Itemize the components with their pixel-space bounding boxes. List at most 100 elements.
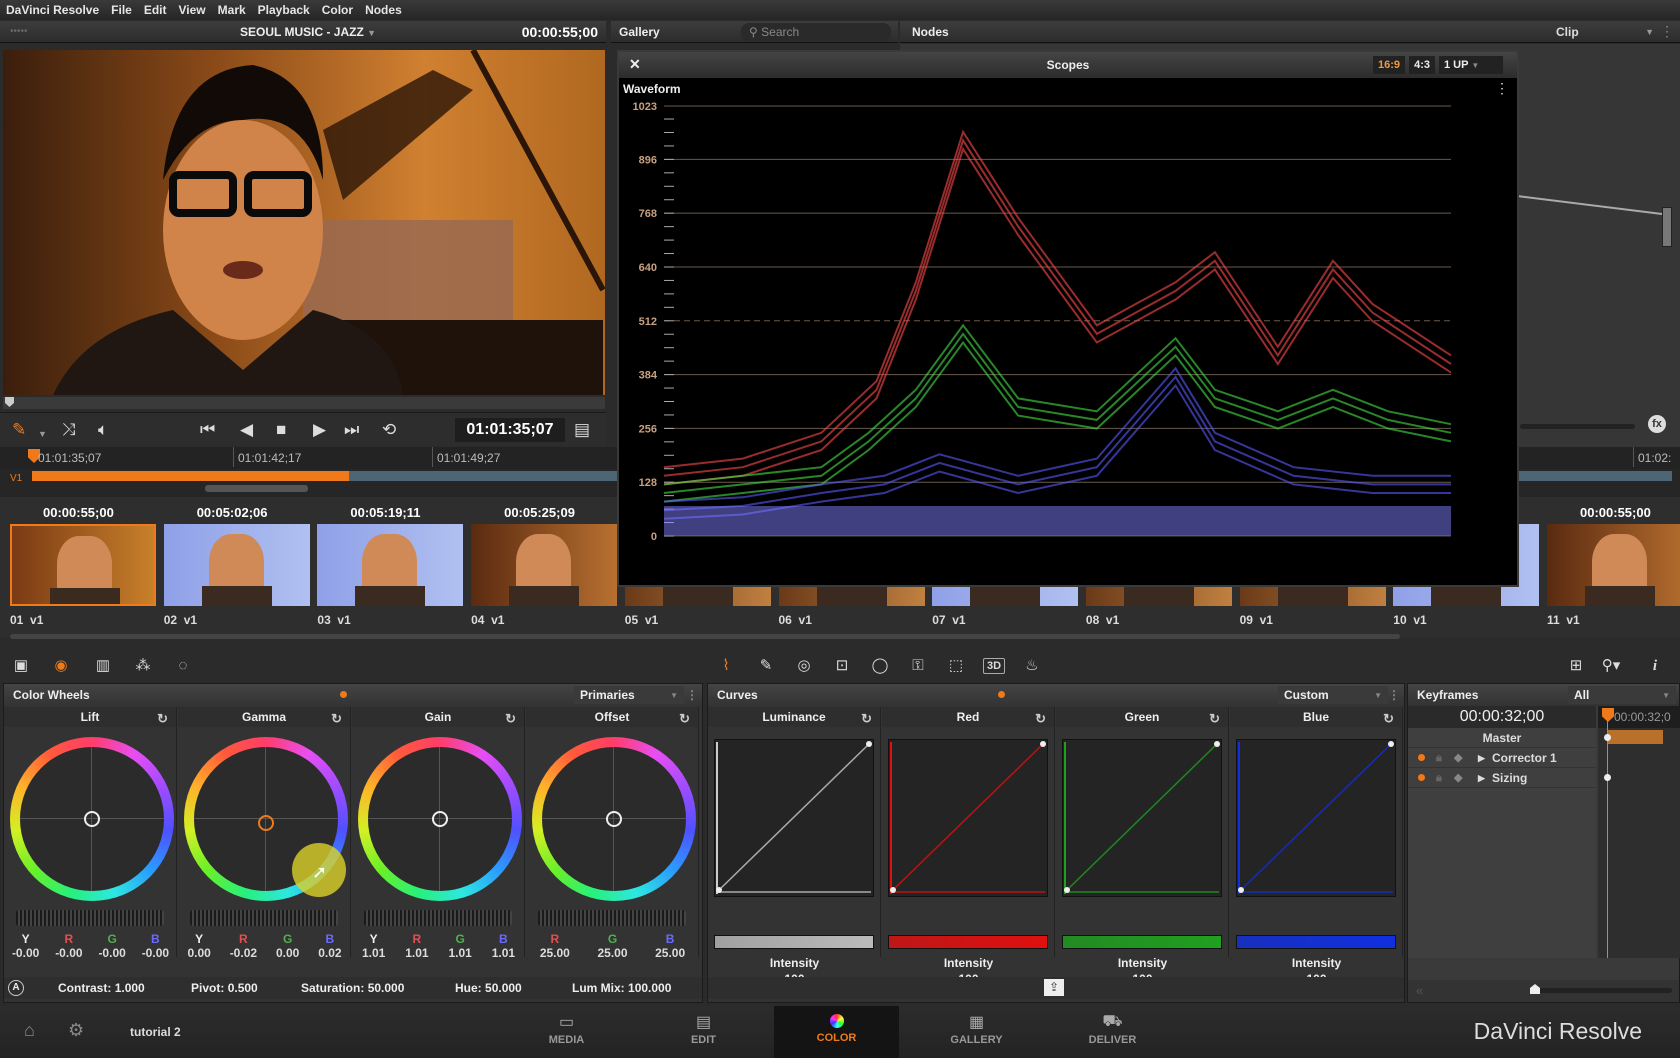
page-dot-active[interactable] <box>340 691 347 698</box>
keyframe-diamond-icon[interactable]: ◆ <box>1454 768 1462 788</box>
keyframe-point[interactable] <box>1604 774 1611 781</box>
color-wheel[interactable] <box>358 737 522 901</box>
fire-icon[interactable]: ♨ <box>1021 656 1043 676</box>
master-wheel-jog[interactable] <box>190 910 338 926</box>
shuffle-icon[interactable]: ⤨ <box>62 420 76 440</box>
wheel-puck[interactable] <box>432 811 448 827</box>
master-wheel-jog[interactable] <box>538 910 686 926</box>
wheel-value-g[interactable]: G -0.00 <box>98 932 125 960</box>
lock-icon[interactable]: 🔒︎ <box>1436 768 1442 788</box>
camera-raw-icon[interactable]: ▣ <box>10 656 32 676</box>
wheel-value-b[interactable]: B 1.01 <box>492 932 515 960</box>
color-match-icon[interactable]: ◌ <box>172 656 194 676</box>
collapse-icon[interactable]: « <box>1416 983 1423 998</box>
viewer-options-icon[interactable]: ▤ <box>574 420 590 440</box>
wheel-value-b[interactable]: B 0.02 <box>318 932 341 960</box>
thumbnail-scrollbar[interactable] <box>10 634 1400 639</box>
wheel-value-b[interactable]: B -0.00 <box>142 932 169 960</box>
keyframes-filter-dropdown[interactable]: All ▼ <box>1568 686 1676 704</box>
copy-up-icon[interactable]: ⇪ <box>1044 979 1064 996</box>
curves-icon[interactable]: ⌇ <box>715 656 737 676</box>
clip-thumbnail[interactable] <box>317 524 464 606</box>
page-color-button[interactable]: COLOR <box>774 1006 899 1058</box>
master-wheel-jog[interactable] <box>16 910 164 926</box>
reset-icon[interactable]: ↻ <box>1383 709 1394 729</box>
more-icon[interactable]: ⋮ <box>1660 23 1674 40</box>
loop-icon[interactable]: ⟲ <box>382 420 396 440</box>
wheel-value-y[interactable]: Y 1.01 <box>362 932 385 960</box>
grid-icon[interactable]: ⊞ <box>1565 656 1587 676</box>
color-wheel[interactable] <box>532 737 696 901</box>
wheel-value-r[interactable]: R 25.00 <box>540 932 570 960</box>
wheel-value-r[interactable]: R 1.01 <box>405 932 428 960</box>
close-icon[interactable]: ✕ <box>629 56 641 73</box>
wheel-value-b[interactable]: B 25.00 <box>655 932 685 960</box>
menu-nodes[interactable]: Nodes <box>365 3 402 17</box>
scrubber-handle[interactable] <box>5 397 14 407</box>
expand-icon[interactable]: ▶ <box>1478 768 1485 788</box>
enable-dot[interactable] <box>1418 774 1425 781</box>
color-wheels-icon[interactable]: ◉ <box>50 656 72 676</box>
reset-icon[interactable]: ↻ <box>1035 709 1046 729</box>
wheel-puck[interactable] <box>606 811 622 827</box>
speaker-icon[interactable]: 🔈︎ <box>98 420 108 440</box>
aspect-16-9-button[interactable]: 16:9 <box>1372 56 1405 74</box>
wheel-value-r[interactable]: R -0.00 <box>55 932 82 960</box>
wheel-value-y[interactable]: Y 0.00 <box>187 932 210 960</box>
aspect-4-3-button[interactable]: 4:3 <box>1409 56 1435 74</box>
fx-icon[interactable]: fx <box>1648 415 1666 433</box>
reset-icon[interactable]: ↻ <box>861 709 872 729</box>
window-icon[interactable]: ◎ <box>793 656 815 676</box>
3d-icon[interactable]: 3D <box>983 658 1005 674</box>
intensity-slider[interactable] <box>888 935 1048 949</box>
hue-field[interactable]: Hue: 50.000 <box>455 981 522 995</box>
more-icon[interactable]: ⋮ <box>1388 688 1400 702</box>
sizing-icon[interactable]: ⬚ <box>945 656 967 676</box>
keyframe-diamond-icon[interactable]: ◆ <box>1454 748 1462 768</box>
curves-mode-dropdown[interactable]: Custom ▼ <box>1278 686 1388 704</box>
master-wheel-jog[interactable] <box>364 910 512 926</box>
page-media-button[interactable]: ▭ MEDIA <box>504 1006 629 1058</box>
wheel-value-y[interactable]: Y -0.00 <box>12 932 39 960</box>
clip-thumbnail[interactable] <box>471 524 618 606</box>
motion-icon[interactable]: ⁂ <box>132 656 154 676</box>
clip-thumbnail[interactable] <box>163 524 310 606</box>
saturation-field[interactable]: Saturation: 50.000 <box>301 981 404 995</box>
page-gallery-button[interactable]: ▦ GALLERY <box>914 1006 1039 1058</box>
contrast-field[interactable]: Contrast: 1.000 <box>58 981 145 995</box>
timeline-scrollbar[interactable] <box>205 485 308 492</box>
menu-app[interactable]: DaVinci Resolve <box>6 3 99 17</box>
wheels-mode-dropdown[interactable]: Primaries ▼ <box>574 686 684 704</box>
keyframe-zoom-slider[interactable] <box>1534 988 1672 993</box>
wheel-value-g[interactable]: G 1.01 <box>448 932 471 960</box>
reset-icon[interactable]: ↻ <box>505 709 516 729</box>
wheel-value-r[interactable]: R -0.02 <box>230 932 257 960</box>
eyedropper-icon[interactable]: ✎ <box>12 420 26 440</box>
reset-icon[interactable]: ↻ <box>331 709 342 729</box>
settings-gear-icon[interactable]: ⚙ <box>68 1020 84 1041</box>
zoom-icon[interactable]: ⚲▾ <box>1600 656 1622 676</box>
menu-file[interactable]: File <box>111 3 132 17</box>
menu-playback[interactable]: Playback <box>258 3 310 17</box>
layout-dropdown[interactable]: 1 UP ▼ <box>1439 56 1503 74</box>
info-icon[interactable]: i <box>1644 656 1666 676</box>
clip-title-dropdown[interactable]: SEOUL MUSIC - JAZZ ▼ <box>240 25 376 39</box>
grip-icon[interactable]: ••••• <box>10 26 28 37</box>
reset-icon[interactable]: ↻ <box>157 709 168 729</box>
node-zoom-slider[interactable] <box>1520 424 1635 429</box>
qualifier-icon[interactable]: ✎ <box>755 656 777 676</box>
keyframe-row-master[interactable]: Master <box>1408 728 1596 748</box>
play-icon[interactable]: ▶ <box>313 420 326 440</box>
nodes-mode-dropdown[interactable]: Clip ▼ <box>1550 23 1660 41</box>
play-reverse-icon[interactable]: ◀ <box>240 420 253 440</box>
keyframe-row-sizing[interactable]: 🔒︎ ◆ ▶ Sizing <box>1408 768 1596 788</box>
stop-icon[interactable]: ■ <box>276 420 286 440</box>
menu-edit[interactable]: Edit <box>144 3 167 17</box>
lock-icon[interactable]: 🔒︎ <box>1436 748 1442 768</box>
curve-editor[interactable] <box>888 739 1048 897</box>
wheel-puck[interactable] <box>84 811 100 827</box>
node-output-handle[interactable] <box>1662 207 1672 247</box>
keyframe-row-corrector[interactable]: 🔒︎ ◆ ▶ Corrector 1 <box>1408 748 1596 768</box>
key-icon[interactable]: ⚿ <box>907 656 929 676</box>
more-icon[interactable]: ⋮ <box>1495 80 1509 97</box>
